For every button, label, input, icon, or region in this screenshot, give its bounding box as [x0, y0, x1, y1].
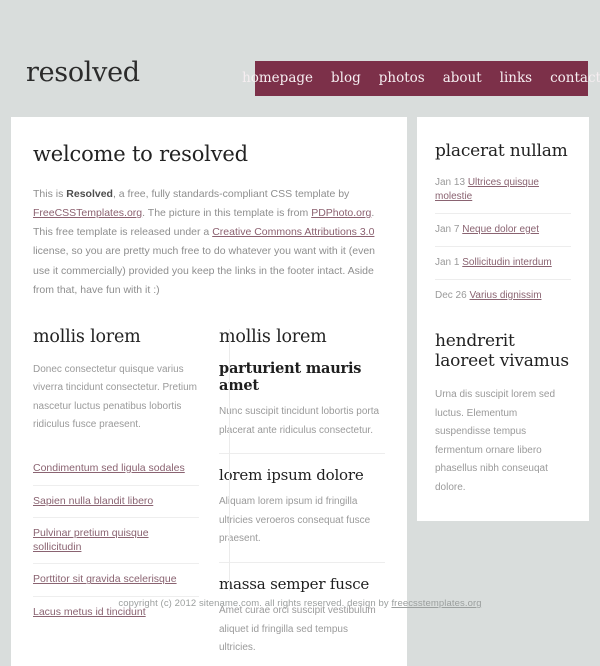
main-navigation: homepage blog photos about links contact	[242, 61, 600, 96]
intro-part1: This is	[33, 188, 67, 201]
column-left-title: mollis lorem	[33, 326, 141, 347]
sidebar-about-text: Urna dis suscipit lorem sed luctus. Elem…	[435, 389, 556, 493]
site-footer: copyright (c) 2012 sitename.com. all rig…	[0, 598, 600, 609]
nav-link-homepage[interactable]: homepage	[233, 61, 322, 96]
nav-item-contact[interactable]: contact	[541, 61, 600, 96]
post-date-1: Jan 13	[435, 177, 466, 189]
list-item[interactable]: Jan 13 Ultrices quisque molestie	[435, 176, 571, 213]
list-item[interactable]: Condimentum sed ligula sodales	[33, 453, 199, 485]
sidebar-panel: placerat nullam Jan 13 Ultrices quisque …	[417, 117, 589, 522]
related-link-4[interactable]: Porttitor sit gravida scelerisque	[33, 564, 199, 596]
list-item[interactable]: Sapien nulla blandit libero	[33, 484, 199, 518]
page-root: resolved homepage blog photos about link…	[0, 0, 600, 666]
article-text-2: Aliquam lorem ipsum id fringilla ultrici…	[219, 496, 371, 545]
link-creative-commons[interactable]: Creative Commons Attributions 3.0	[212, 226, 374, 238]
intro-paragraph: This is Resolved, a free, fully standard…	[33, 185, 385, 300]
footer-credit-link[interactable]: freecsstemplates.org	[391, 598, 481, 609]
sidebar-posts-title: placerat nullam	[435, 141, 568, 161]
nav-link-contact[interactable]: contact	[541, 61, 600, 96]
article-block: parturient mauris amet Nunc suscipit tin…	[219, 359, 385, 455]
post-date-3: Jan 1	[435, 257, 460, 269]
list-item[interactable]: Jan 7 Neque dolor eget	[435, 213, 571, 246]
intro-part2: , a free, fully standards-compliant CSS …	[112, 188, 350, 201]
article-block: lorem ipsum dolore Aliquam lorem ipsum i…	[219, 466, 385, 563]
nav-item-blog[interactable]: blog	[322, 61, 370, 96]
nav-item-about[interactable]: about	[434, 61, 491, 96]
article-text-1: Nunc suscipit tincidunt lobortis porta p…	[219, 406, 380, 436]
related-link-3[interactable]: Pulvinar pretium quisque sollicitudin	[33, 518, 199, 563]
related-link-2[interactable]: Sapien nulla blandit libero	[33, 486, 199, 518]
sidebar-about-title: hendrerit laoreet vivamus	[435, 331, 569, 372]
main-content-panel: welcome to resolved This is Resolved, a …	[11, 117, 407, 666]
nav-list: homepage blog photos about links contact	[233, 61, 600, 96]
list-item[interactable]: Porttitor sit gravida scelerisque	[33, 563, 199, 596]
article-heading-3: massa semper fusce	[219, 574, 370, 593]
article-text-3: Amet curae orci suscipit vestibulum aliq…	[219, 605, 376, 654]
page-title: welcome to resolved	[33, 142, 248, 166]
nav-item-links[interactable]: links	[491, 61, 541, 96]
post-date-4: Dec 26	[435, 290, 467, 302]
post-link-2[interactable]: Neque dolor eget	[462, 224, 539, 235]
nav-item-photos[interactable]: photos	[370, 61, 434, 96]
nav-item-homepage[interactable]: homepage	[233, 61, 322, 96]
article-heading-2: lorem ipsum dolore	[219, 466, 364, 485]
article-heading-1: parturient mauris amet	[219, 359, 362, 394]
post-date-2: Jan 7	[435, 224, 460, 236]
link-freecsstemplates[interactable]: FreeCSSTemplates.org	[33, 207, 142, 219]
nav-link-about[interactable]: about	[434, 61, 491, 96]
post-link-3[interactable]: Sollicitudin interdum	[462, 257, 552, 268]
article-block: massa semper fusce Amet curae orci susci…	[219, 574, 385, 658]
column-left-paragraph: Donec consectetur quisque varius viverra…	[33, 363, 197, 431]
nav-link-blog[interactable]: blog	[322, 61, 370, 96]
list-item[interactable]: Pulvinar pretium quisque sollicitudin	[33, 517, 199, 563]
intro-part3: . The picture in this template is from	[142, 207, 312, 220]
copyright-text: copyright (c) 2012 sitename.com. all rig…	[118, 598, 392, 609]
link-pdphoto[interactable]: PDPhoto.org	[311, 207, 371, 219]
site-header: resolved homepage blog photos about link…	[0, 0, 600, 117]
intro-part5: license, so you are pretty much free to …	[33, 245, 376, 296]
list-item[interactable]: Dec 26 Varius dignissim	[435, 279, 571, 305]
related-link-1[interactable]: Condimentum sed ligula sodales	[33, 453, 199, 485]
column-right-title: mollis lorem	[219, 326, 327, 347]
intro-bold: Resolved	[66, 188, 113, 201]
sidebar-about-block: hendrerit laoreet vivamus Urna dis susci…	[435, 331, 571, 497]
sidebar-post-list: Jan 13 Ultrices quisque molestie Jan 7 N…	[435, 176, 571, 305]
list-item[interactable]: Jan 1 Sollicitudin interdum	[435, 246, 571, 279]
nav-link-photos[interactable]: photos	[370, 61, 434, 96]
nav-link-links[interactable]: links	[491, 61, 541, 96]
site-logo[interactable]: resolved	[26, 59, 140, 86]
post-link-4[interactable]: Varius dignissim	[469, 290, 541, 301]
